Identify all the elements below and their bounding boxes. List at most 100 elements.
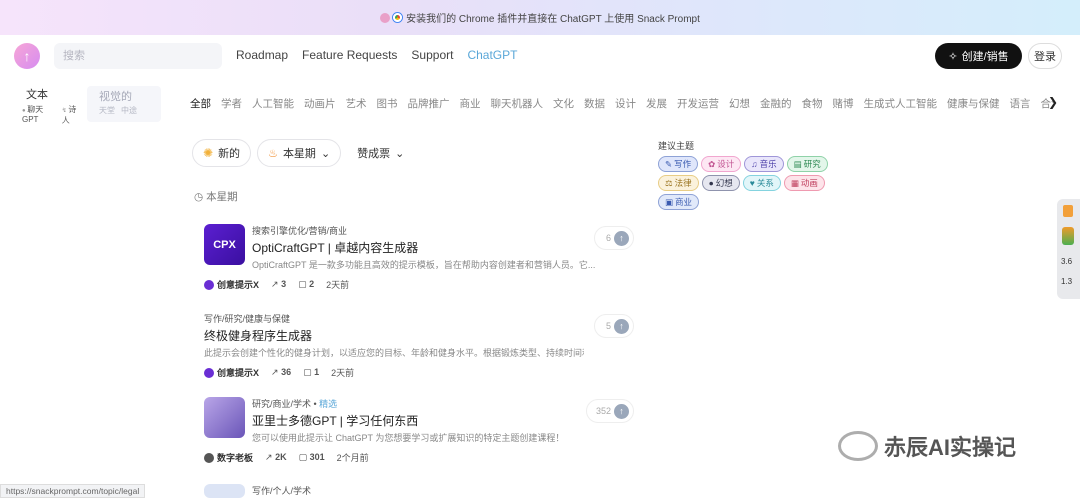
app-logo-icon[interactable]: ↑ — [14, 43, 40, 69]
comment-count: ▢ 2 — [298, 279, 315, 289]
upvote-button[interactable]: 6 ↑ — [594, 226, 634, 250]
nav-support[interactable]: Support — [411, 48, 453, 62]
category-tab[interactable]: 幻想 — [729, 96, 750, 112]
filter-new-button[interactable]: ✺ 新的 — [192, 139, 252, 167]
topic-icon: ✿ — [708, 158, 716, 169]
chrome-icon — [393, 13, 403, 22]
nav-roadmap[interactable]: Roadmap — [236, 48, 288, 62]
prompt-card[interactable]: CPX 搜索引擎优化/营销/商业 OptiCraftGPT | 卓越内容生成器 … — [194, 224, 634, 291]
category-tab[interactable]: 商业 — [460, 96, 481, 112]
card-categories[interactable]: 研究/商业/学术 • 精选 — [252, 397, 634, 410]
topic-tag[interactable]: ⚖ 法律 — [658, 175, 699, 191]
arrow-up-icon: ↑ — [614, 230, 629, 246]
topic-label: 幻想 — [715, 178, 733, 188]
category-tab[interactable]: 文化 — [553, 96, 574, 112]
topic-tags: ✎ 写作 ✿ 设计 ♫ 音乐 ▤ 研究 ⚖ 法律 ● 幻想 ♥ 关系 ▦ 动画 ▣ 商业 — [658, 156, 858, 210]
category-tab[interactable]: 学者 — [221, 96, 242, 112]
category-tab[interactable]: 食物 — [802, 96, 823, 112]
prompt-card[interactable]: 研究/商业/学术 • 精选 亚里士多德GPT | 学习任何东西 您可以使用此提示… — [194, 397, 634, 464]
arrow-up-icon: ↑ — [614, 318, 629, 334]
promo-banner[interactable]: 安装我们的 Chrome 插件并直接在 ChatGPT 上使用 Snack Pr… — [0, 0, 1080, 35]
search-input[interactable] — [54, 43, 222, 69]
uses-count: ↗ 2K — [265, 452, 287, 462]
card-desc: 此提示会创建个性化的健身计划，以适应您的目标、年龄和健身水平。根据锻炼类型、持续… — [204, 348, 584, 358]
card-categories[interactable]: 写作/研究/健康与保健 — [204, 312, 634, 325]
banner-text: 安装我们的 Chrome 插件并直接在 ChatGPT 上使用 Snack Pr… — [406, 14, 700, 25]
topic-label: 研究 — [803, 159, 821, 169]
category-tab[interactable]: 金融的 — [760, 96, 792, 112]
topic-tag[interactable]: ▤ 研究 — [786, 156, 828, 172]
login-button[interactable]: 登录 — [1028, 43, 1062, 69]
topic-icon: ▦ — [790, 177, 799, 188]
uses-count: ↗ 36 — [271, 367, 292, 377]
card-title[interactable]: 终极健身程序生成器 — [204, 327, 634, 344]
card-categories[interactable]: 搜索引擎优化/营销/商业 — [252, 224, 634, 237]
upvote-button[interactable]: 5 ↑ — [594, 314, 634, 338]
sub-paradise[interactable]: 天堂 — [99, 105, 115, 116]
prompt-card[interactable]: 写作/研究/健康与保健 终极健身程序生成器 此提示会创建个性化的健身计划，以适应… — [194, 312, 634, 378]
category-tab[interactable]: 品牌推广 — [408, 96, 450, 112]
card-title[interactable]: 亚里士多德GPT | 学习任何东西 — [252, 412, 634, 429]
type-visual-tab[interactable]: 视觉的 天堂 中途 — [87, 86, 161, 122]
featured-badge: 精选 — [319, 399, 338, 409]
sub-midjourney[interactable]: 中途 — [121, 105, 137, 116]
topic-label: 音乐 — [759, 159, 777, 169]
sub-poet[interactable]: ↯ 诗人 — [62, 104, 82, 126]
category-tab[interactable]: 聊天机器人 — [491, 96, 544, 112]
chevron-right-icon[interactable]: ❯ — [1048, 95, 1058, 109]
prompt-card[interactable]: 写作/个人/学术 — [194, 484, 634, 498]
create-sell-button[interactable]: ✧ 创建/销售 — [935, 43, 1022, 69]
fire-icon: ♨ — [268, 147, 278, 160]
week-section-label: ◷ 本星期 — [194, 191, 238, 203]
category-tab[interactable]: 数据 — [584, 96, 605, 112]
card-time: 2个月前 — [336, 453, 369, 463]
suggested-topics: 建议主题 ✎ 写作 ✿ 设计 ♫ 音乐 ▤ 研究 ⚖ 法律 ● 幻想 ♥ 关系 ▦ 动画 ▣ 商业 — [658, 139, 868, 210]
topic-icon: ⚖ — [665, 177, 673, 188]
category-tab[interactable]: 动画片 — [304, 96, 336, 112]
category-tab[interactable]: 开发运营 — [677, 96, 719, 112]
chevron-down-icon: ⌄ — [320, 147, 331, 160]
topic-tag[interactable]: ✎ 写作 — [658, 156, 699, 172]
watermark: 赤辰AI实操记 — [838, 430, 1016, 462]
card-categories[interactable]: 写作/个人/学术 — [252, 484, 634, 497]
category-tab[interactable]: 赌博 — [833, 96, 854, 112]
topic-icon: ▣ — [665, 196, 674, 207]
type-text-tab[interactable]: 文本 ● 聊天GPT ↯ 诗人 — [22, 86, 82, 125]
topic-tag[interactable]: ● 幻想 — [701, 175, 740, 191]
suggested-topics-label: 建议主题 — [658, 141, 695, 151]
topic-tag[interactable]: ▦ 动画 — [783, 175, 825, 191]
category-tab[interactable]: 发展 — [646, 96, 667, 112]
category-tab[interactable]: 艺术 — [346, 96, 367, 112]
sort-upvotes-dropdown[interactable]: 赞成票 ⌄ — [347, 139, 415, 167]
topic-label: 关系 — [756, 178, 774, 188]
topic-tag[interactable]: ▣ 商业 — [658, 194, 700, 210]
card-author[interactable]: 创意提示X — [204, 366, 259, 379]
avatar — [204, 279, 214, 290]
topic-label: 动画 — [800, 178, 818, 188]
topic-label: 法律 — [674, 178, 692, 188]
nav-chatgpt[interactable]: ChatGPT — [467, 48, 517, 62]
category-tab[interactable]: 设计 — [615, 96, 636, 112]
topic-tag[interactable]: ♫ 音乐 — [744, 156, 784, 172]
sub-chatgpt[interactable]: ● 聊天GPT — [22, 104, 56, 126]
arrow-icon: ↗ — [271, 367, 282, 377]
side-widget[interactable]: 3.6 1.3 — [1057, 199, 1080, 299]
topic-tag[interactable]: ✿ 设计 — [701, 156, 742, 172]
card-author[interactable]: 创意提示X — [204, 278, 259, 291]
card-thumbnail — [204, 397, 245, 438]
chevron-down-icon: ⌄ — [395, 147, 405, 160]
category-tab[interactable]: 全部 — [190, 96, 211, 112]
comment-count: ▢ 301 — [298, 452, 325, 462]
topic-icon: ✎ — [665, 158, 673, 169]
card-author[interactable]: 数字老板 — [204, 451, 253, 464]
filter-this-week-dropdown[interactable]: ♨ 本星期 ⌄ — [257, 139, 342, 167]
category-tab[interactable]: 健康与保健 — [947, 96, 1000, 112]
category-tab[interactable]: 生成式人工智能 — [864, 96, 938, 112]
upvote-button[interactable]: 352 ↑ — [586, 399, 634, 423]
topic-tag[interactable]: ♥ 关系 — [742, 175, 781, 191]
card-title[interactable]: OptiCraftGPT | 卓越内容生成器 — [252, 239, 634, 256]
category-tab[interactable]: 人工智能 — [252, 96, 294, 112]
nav-feature-requests[interactable]: Feature Requests — [302, 48, 397, 62]
category-tab[interactable]: 图书 — [377, 96, 398, 112]
category-tab[interactable]: 语言 — [1010, 96, 1031, 112]
